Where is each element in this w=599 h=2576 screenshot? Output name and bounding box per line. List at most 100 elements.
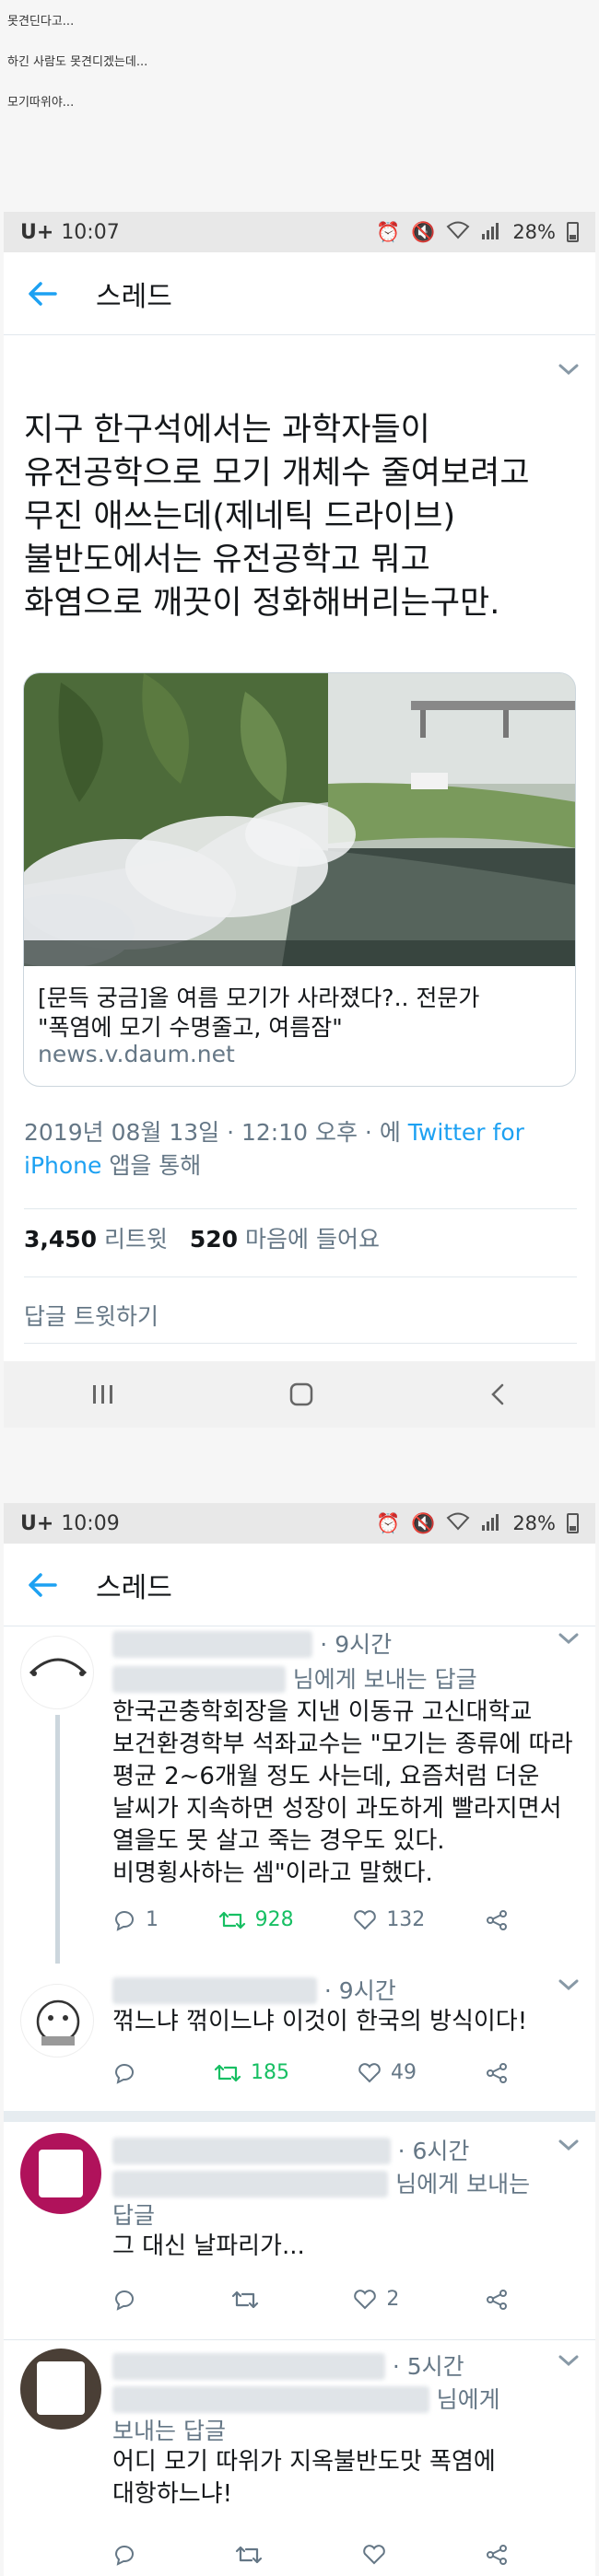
divider	[4, 2339, 595, 2340]
retweet-action[interactable]: 928	[218, 1908, 294, 1931]
like-action[interactable]: 132	[353, 1908, 425, 1931]
screenshot-2: U+ 10:09 ⏰ 🔇 28% 스레드 @xxxxxxxxxxxxx · 9시…	[4, 1503, 595, 2576]
author-line: xxxxxxxxxxxxxxxxxxxx · 5시간	[112, 2349, 464, 2382]
like-count: 132	[386, 1908, 426, 1931]
signal-icon	[481, 221, 501, 244]
caption-1: 못견딘다고...	[7, 15, 75, 29]
retweet-action[interactable]	[231, 2289, 268, 2311]
retweet-action[interactable]: 185	[214, 2061, 289, 2084]
reply-to-handle-redacted[interactable]: @xxxxxxxx_@xxxxxxxxxxx	[112, 2386, 429, 2413]
caption-3: 모기따위야...	[7, 96, 75, 110]
tweet-time: · 6시간	[397, 2138, 470, 2164]
card-image	[24, 673, 575, 968]
thread-line	[55, 1715, 60, 1964]
reply-to-handle-redacted[interactable]: @xxxxxxxxxxx	[112, 1666, 286, 1693]
tweet-date: 2019년 08월 13일 · 12:10 오후 · 에	[24, 1119, 401, 1146]
reply-icon	[114, 1910, 134, 1931]
reply-to-line-2: 보내는 답글	[112, 2418, 226, 2444]
home-icon[interactable]	[288, 1381, 314, 1407]
tweet-menu-chevron-icon[interactable]	[553, 1973, 584, 1997]
avatar[interactable]	[20, 1636, 94, 1709]
heart-icon	[354, 2289, 377, 2309]
carrier: U+	[20, 1511, 54, 1535]
tweet-body: 꺾느냐 꺾이느냐 이것이 한국의 방식이다!	[112, 2008, 528, 2035]
reply-input[interactable]: 답글 트윗하기	[24, 1299, 159, 1332]
like-action[interactable]	[362, 2544, 395, 2566]
tweet-actions: 2	[112, 2288, 509, 2311]
author-line: @xxxxxxxxxxxxx · 9시간	[112, 1626, 392, 1660]
recent-apps-icon[interactable]	[90, 1382, 116, 1406]
divider	[24, 1343, 577, 1344]
card-domain: news.v.daum.net	[38, 1041, 235, 1067]
back-button[interactable]	[24, 1567, 61, 1603]
reply-to-suffix: 님에게 보내는 답글	[292, 1666, 477, 1693]
reply-action[interactable]: 1	[112, 1908, 159, 1931]
status-bar: U+ 10:07 ⏰ 🔇 28%	[4, 212, 595, 252]
tweet-body: 그 대신 날파리가...	[112, 2232, 305, 2260]
caption-2: 하긴 사람도 못견디겠는데...	[7, 55, 148, 69]
tweet-menu-chevron-icon[interactable]	[553, 1626, 584, 1650]
reply-tweet[interactable]: xxxxxxxxxxxxxxxxxx_j.. · 6시간 @xxxxxxx_@x…	[4, 2133, 595, 2331]
reply-to-suffix: 님에게	[436, 2386, 500, 2413]
tweet-time: · 9시간	[320, 1631, 393, 1658]
share-action[interactable]	[485, 1909, 509, 1931]
heart-icon	[362, 2545, 385, 2565]
like-action[interactable]: 2	[353, 2288, 399, 2311]
carrier: U+	[20, 220, 54, 244]
share-icon	[487, 2062, 507, 2083]
retweet-label: 리트윗	[104, 1226, 169, 1253]
avatar[interactable]	[20, 2349, 101, 2430]
clock: 10:09	[61, 1511, 120, 1535]
reply-action[interactable]	[112, 2062, 146, 2084]
reply-tweet[interactable]: xxxxxxxxxxxxxxx · 9시간 꺾느냐 꺾이느냐 이것이 한국의 방…	[4, 1973, 595, 2102]
arrow-left-icon	[29, 1572, 57, 1597]
retweet-icon	[214, 2064, 241, 2081]
screenshot-1: U+ 10:07 ⏰ 🔇 28% 스레드 지구 한구석에서는 과학자들이 유전공…	[4, 212, 595, 1428]
author-handle-redacted: @xxxxxxxxxxxxx	[112, 1631, 313, 1658]
tweet-body: 한국곤충학회장을 지낸 이동규 고신대학교 보건환경학부 석좌교수는 "모기는 …	[112, 1698, 573, 1887]
share-action[interactable]	[485, 2062, 509, 2084]
share-action[interactable]	[485, 2544, 509, 2566]
reply-action[interactable]	[112, 2289, 146, 2311]
retweet-action[interactable]	[235, 2544, 272, 2566]
like-count[interactable]: 520	[190, 1226, 238, 1253]
author-line: xxxxxxxxxxxxxxxxxx_j.. · 6시간	[112, 2133, 469, 2166]
author-handle-redacted: xxxxxxxxxxxxxxx	[112, 1977, 317, 2004]
share-action[interactable]	[485, 2289, 509, 2311]
heart-icon	[358, 2062, 381, 2082]
retweet-count[interactable]: 3,450	[24, 1226, 97, 1253]
reply-tweet[interactable]: xxxxxxxxxxxxxxxxxxxx · 5시간 @xxxxxxxx_@xx…	[4, 2349, 595, 2576]
back-nav-icon[interactable]	[487, 1381, 509, 1407]
share-icon	[486, 2289, 507, 2310]
tweet-text: 지구 한구석에서는 과학자들이 유전공학으로 모기 개체수 줄여보려고 무진 애…	[24, 412, 530, 622]
card-title[interactable]: [문득 궁금]올 여름 모기가 사라졌다?.. 전문가 "폭염에 모기 수명줄고…	[38, 984, 479, 1043]
author-handle-redacted: xxxxxxxxxxxxxxxxxx_j..	[112, 2138, 391, 2164]
tweet-actions: 1 928 132	[112, 1908, 509, 1931]
reply-to-line: @xxxxxxxxxxx 님에게 보내는 답글	[112, 1661, 477, 1695]
reply-to-handle-redacted[interactable]: @xxxxxxx_@xxxxxxxxx	[112, 2171, 389, 2197]
battery-icon	[567, 222, 579, 242]
tweet-menu-chevron-icon[interactable]	[553, 2133, 584, 2157]
avatar[interactable]	[20, 1984, 94, 2057]
reply-to-line: @xxxxxxx_@xxxxxxxxx 님에게 보내는	[112, 2166, 530, 2199]
tweet-actions: 185 49	[112, 2061, 509, 2084]
tweet-menu-chevron-icon[interactable]	[553, 357, 584, 381]
reply-tweet[interactable]: @xxxxxxxxxxxxx · 9시간 @xxxxxxxxxxx 님에게 보내…	[4, 1626, 595, 1964]
avatar[interactable]	[20, 2133, 101, 2214]
page-title: 스레드	[96, 1571, 172, 1604]
reply-action[interactable]	[112, 2544, 146, 2566]
tweet-menu-chevron-icon[interactable]	[553, 2349, 584, 2372]
divider	[24, 1208, 577, 1209]
reply-icon	[114, 2290, 134, 2311]
like-count: 49	[391, 2061, 417, 2084]
thread-header: 스레드	[4, 252, 595, 335]
reply-to-line: @xxxxxxxx_@xxxxxxxxxxx 님에게	[112, 2382, 500, 2415]
page-title: 스레드	[96, 280, 172, 313]
tweet-time: · 5시간	[392, 2353, 464, 2380]
retweet-icon	[231, 2290, 258, 2308]
like-action[interactable]: 49	[358, 2061, 417, 2084]
back-button[interactable]	[24, 275, 61, 312]
wifi-icon	[446, 221, 470, 244]
arrow-left-icon	[29, 281, 57, 306]
retweet-icon	[236, 2546, 263, 2564]
